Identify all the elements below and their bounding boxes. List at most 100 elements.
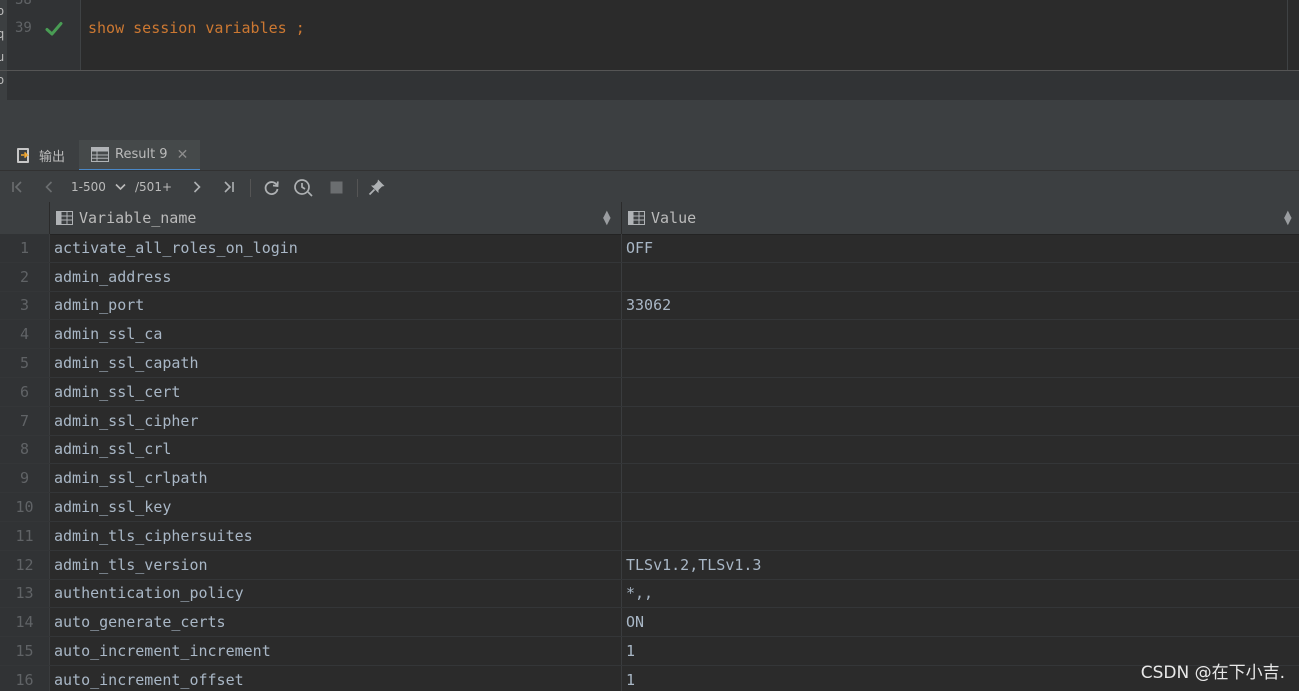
prev-page-icon[interactable]	[40, 171, 58, 203]
header-separator	[621, 202, 622, 234]
row-number: 6	[0, 377, 49, 406]
table-row[interactable]: 12 admin_tls_version TLSv1.2,TLSv1.3	[0, 550, 1299, 580]
table-row[interactable]: 11 admin_tls_ciphersuites	[0, 521, 1299, 551]
table-row[interactable]: 1 activate_all_roles_on_login OFF	[0, 234, 1299, 263]
table-row[interactable]: 9 admin_ssl_crlpath	[0, 464, 1299, 494]
result-toolbar: 1-500 /501+	[0, 170, 1299, 203]
first-page-icon[interactable]	[8, 171, 26, 203]
row-number: 5	[0, 349, 49, 377]
cell-variable-name[interactable]: admin_ssl_cert	[54, 378, 180, 406]
line-number: 38	[15, 0, 32, 8]
close-icon[interactable]: ✕	[177, 147, 189, 163]
cell-value[interactable]: TLSv1.2,TLSv1.3	[626, 551, 761, 579]
stop-icon[interactable]	[327, 171, 345, 203]
row-number: 2	[0, 262, 49, 291]
row-number: 10	[0, 493, 49, 521]
row-number: 12	[0, 550, 49, 579]
cell-variable-name[interactable]: admin_ssl_cipher	[54, 407, 199, 435]
table-row[interactable]: 6 admin_ssl_cert	[0, 377, 1299, 407]
next-page-icon[interactable]	[188, 171, 206, 203]
cell-variable-name[interactable]: admin_ssl_key	[54, 493, 171, 521]
column-icon	[628, 211, 645, 225]
tab-output-label: 输出	[39, 149, 66, 165]
chevron-down-icon	[115, 183, 126, 191]
pin-icon[interactable]	[367, 171, 387, 203]
row-number: 8	[0, 435, 49, 464]
table-row[interactable]: 8 admin_ssl_crl	[0, 435, 1299, 465]
row-number: 1	[0, 234, 49, 262]
grid-header: Variable_name ▲ ▼ Value ▲ ▼	[0, 202, 1299, 235]
row-number: 14	[0, 608, 49, 637]
table-row[interactable]: 13 authentication_policy *,,	[0, 579, 1299, 609]
row-number: 9	[0, 464, 49, 493]
table-row[interactable]: 7 admin_ssl_cipher	[0, 406, 1299, 436]
cell-variable-name[interactable]: admin_address	[54, 263, 171, 291]
cell-value[interactable]: 33062	[626, 292, 671, 320]
editor-gutter: 38 39	[7, 0, 81, 70]
table-row[interactable]: 4 admin_ssl_ca	[0, 320, 1299, 350]
column-header-value[interactable]: Value	[628, 202, 696, 234]
column-icon	[56, 211, 73, 225]
result-grid[interactable]: Variable_name ▲ ▼ Value ▲ ▼ 1 activate_all_…	[0, 202, 1299, 691]
side-strip-char: o	[0, 73, 5, 87]
tab-output[interactable]: 输出	[16, 140, 65, 170]
page-total: /501+	[135, 171, 172, 203]
cell-variable-name[interactable]: admin_ssl_crlpath	[54, 464, 208, 492]
grid-rows: 1 activate_all_roles_on_login OFF 2 admin_a…	[0, 234, 1299, 691]
side-panel-strip: o q u o	[0, 0, 7, 100]
sort-icon[interactable]: ▲ ▼	[1284, 210, 1292, 227]
cell-value[interactable]: OFF	[626, 234, 653, 262]
sql-editor[interactable]: o q u o 38 39 show session variables ;	[0, 0, 1299, 100]
line-number: 39	[15, 20, 32, 36]
page-range-select[interactable]: 1-500	[71, 171, 126, 203]
cell-variable-name[interactable]: auto_generate_certs	[54, 608, 226, 636]
cell-variable-name[interactable]: admin_port	[54, 292, 144, 320]
cell-variable-name[interactable]: authentication_policy	[54, 580, 244, 608]
last-page-icon[interactable]	[220, 171, 238, 203]
table-row[interactable]: 5 admin_ssl_capath	[0, 349, 1299, 378]
table-row[interactable]: 3 admin_port 33062	[0, 291, 1299, 321]
cell-value[interactable]: 1	[626, 666, 635, 691]
cell-variable-name[interactable]: admin_ssl_crl	[54, 436, 171, 464]
column-header-label: Value	[651, 209, 697, 227]
table-row[interactable]: 15 auto_increment_increment 1	[0, 637, 1299, 666]
cell-value[interactable]: ON	[626, 608, 644, 636]
cell-variable-name[interactable]: admin_ssl_capath	[54, 349, 199, 377]
cell-value[interactable]: 1	[626, 637, 635, 665]
cell-variable-name[interactable]: admin_tls_version	[54, 551, 208, 579]
cell-variable-name[interactable]: admin_tls_ciphersuites	[54, 522, 253, 550]
cell-value[interactable]: *,,	[626, 580, 653, 608]
tab-result-label: Result 9	[115, 147, 168, 162]
cell-variable-name[interactable]: auto_increment_increment	[54, 637, 271, 665]
watermark: CSDN @在下小吉.	[1140, 663, 1285, 683]
row-number: 16	[0, 665, 49, 691]
toolbar-separator	[250, 179, 251, 197]
row-number: 11	[0, 521, 49, 550]
editor-bottom-strip	[7, 71, 1299, 101]
sort-icon[interactable]: ▲ ▼	[603, 210, 611, 227]
reload-icon[interactable]	[261, 171, 281, 203]
toolbar-separator	[357, 179, 358, 197]
code-line[interactable]: show session variables ;	[88, 19, 305, 37]
table-row[interactable]: 10 admin_ssl_key	[0, 493, 1299, 522]
table-row[interactable]: 14 auto_generate_certs ON	[0, 608, 1299, 638]
cell-variable-name[interactable]: admin_ssl_ca	[54, 320, 162, 348]
history-icon[interactable]	[292, 171, 314, 203]
row-number: 3	[0, 291, 49, 320]
table-row[interactable]: 16 auto_increment_offset 1	[0, 665, 1299, 691]
check-icon	[45, 22, 63, 36]
row-number: 13	[0, 579, 49, 608]
row-number: 4	[0, 320, 49, 349]
column-header-label: Variable_name	[79, 209, 197, 227]
page-range: 1-500	[71, 180, 106, 194]
row-number: 7	[0, 406, 49, 435]
table-row[interactable]: 2 admin_address	[0, 262, 1299, 292]
row-number: 15	[0, 637, 49, 665]
side-strip-char: q	[0, 27, 5, 41]
cell-variable-name[interactable]: activate_all_roles_on_login	[54, 234, 298, 262]
column-header-variable-name[interactable]: Variable_name	[56, 202, 196, 234]
cell-variable-name[interactable]: auto_increment_offset	[54, 666, 244, 691]
side-strip-char: u	[0, 50, 5, 64]
page-total-text: /501+	[135, 180, 173, 194]
tab-result[interactable]: Result 9 ✕	[79, 140, 201, 172]
